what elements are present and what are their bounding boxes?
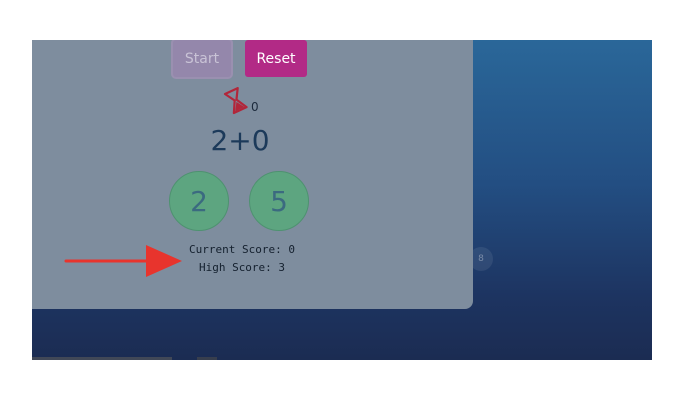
page: 0 8 Start Reset 0 2+0 2 5 Current Score:…	[0, 0, 700, 400]
answer-bubble[interactable]: 5	[249, 171, 309, 231]
timer-value: 0	[251, 100, 259, 114]
reset-button[interactable]: Reset	[245, 40, 307, 77]
answer-bubble[interactable]: 2	[169, 171, 229, 231]
game-viewport: 0 8 Start Reset 0 2+0 2 5 Current Score:…	[32, 40, 652, 360]
math-problem: 2+0	[32, 124, 452, 157]
background-bubble-label: 8	[478, 254, 484, 264]
math-problem-text: 2+0	[210, 124, 270, 157]
hourglass-icon	[223, 87, 248, 115]
arrow-annotation-icon	[64, 245, 182, 277]
bottom-strip	[32, 357, 652, 360]
start-button[interactable]: Start	[173, 40, 231, 77]
